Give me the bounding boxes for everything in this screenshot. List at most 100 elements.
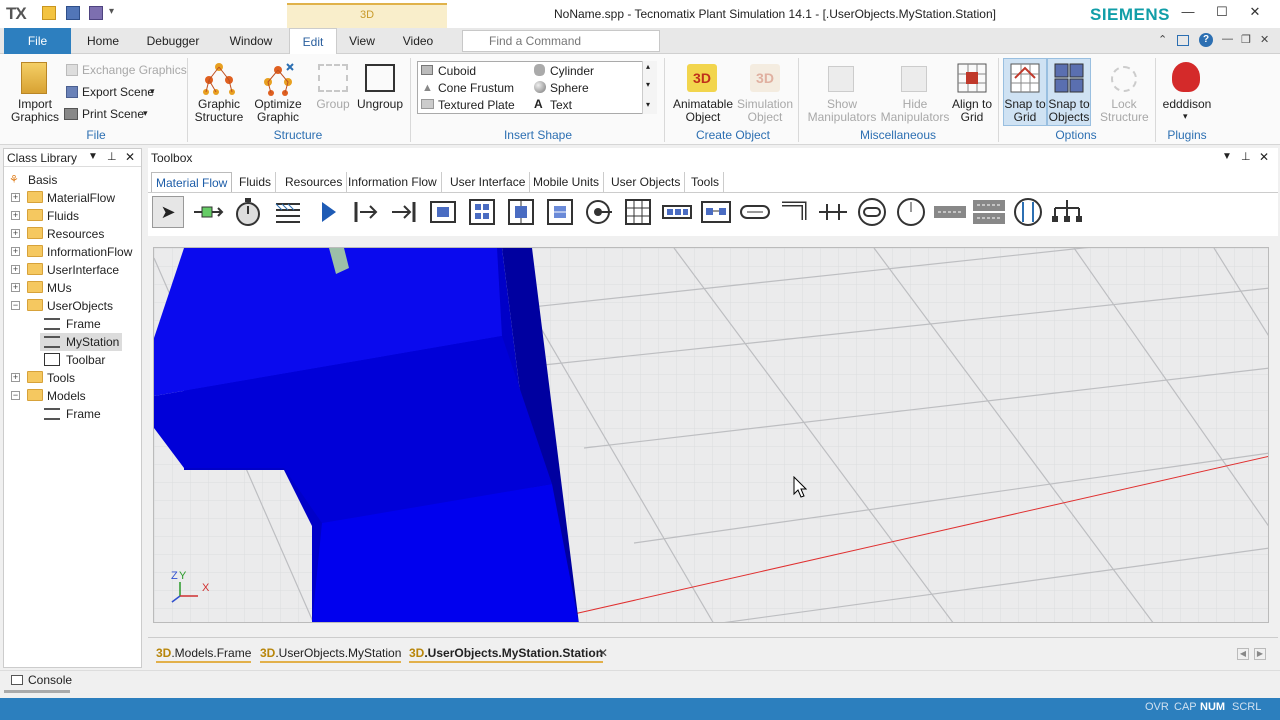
print-dropdown-icon[interactable]: ▾ xyxy=(143,108,148,119)
open-folder-icon[interactable] xyxy=(42,6,56,20)
export-dropdown-icon[interactable]: ▾ xyxy=(150,86,155,97)
import-graphics-button[interactable]: Import Graphics xyxy=(8,98,62,124)
expand-icon[interactable]: + xyxy=(11,229,20,238)
toolbox-tab-resources[interactable]: Resources xyxy=(281,172,348,192)
save-as-icon[interactable] xyxy=(89,6,103,20)
interface-icon[interactable] xyxy=(312,196,344,228)
context-tab-3d[interactable]: 3D xyxy=(287,3,447,28)
lock-structure-button[interactable]: Lock Structure xyxy=(1100,98,1149,124)
flow-control-icon[interactable] xyxy=(1051,196,1083,228)
panel-close-icon[interactable]: ✕ xyxy=(125,150,135,164)
doc-tab-userobjects-mystation[interactable]: 3D.UserObjects.MyStation xyxy=(260,645,402,663)
pointer-icon[interactable]: ➤ xyxy=(152,196,184,228)
close-icon[interactable]: ✕ xyxy=(1240,4,1270,24)
tree-item-userinterface[interactable]: UserInterface xyxy=(47,261,119,279)
buffer-icon[interactable] xyxy=(661,196,693,228)
toolbox-tab-user-interface[interactable]: User Interface xyxy=(446,172,531,192)
doc-tab-models-frame[interactable]: 3D.Models.Frame xyxy=(156,645,252,663)
toolbox-tab-material-flow[interactable]: Material Flow xyxy=(151,172,233,192)
tree-item-models[interactable]: Models xyxy=(47,387,86,405)
tree-item-informationflow[interactable]: InformationFlow xyxy=(47,243,132,261)
turnplate-icon[interactable] xyxy=(856,196,888,228)
turntable-icon[interactable] xyxy=(817,196,849,228)
single-proc-icon[interactable] xyxy=(427,196,459,228)
shape-sphere[interactable]: Sphere xyxy=(550,81,589,95)
doc-tab-station-active[interactable]: 3D.UserObjects.MyStation.Station xyxy=(409,645,604,663)
expand-icon[interactable]: + xyxy=(11,247,20,256)
sorter-icon[interactable] xyxy=(700,196,732,228)
animatable-object-button[interactable]: Animatable Object xyxy=(670,98,736,124)
tab-debugger[interactable]: Debugger xyxy=(141,28,205,54)
drain-icon[interactable] xyxy=(388,196,420,228)
tab-view[interactable]: View xyxy=(343,28,381,54)
toolbox-tab-tools[interactable]: Tools xyxy=(687,172,725,192)
toolbox-tab-mobile-units[interactable]: Mobile Units xyxy=(529,172,605,192)
tab-video[interactable]: Video xyxy=(396,28,440,54)
shape-textured-plate[interactable]: Textured Plate xyxy=(438,98,515,112)
tab-scroll-right-icon[interactable]: ▶ xyxy=(1254,648,1266,660)
gallery-down-icon[interactable]: ▾ xyxy=(646,80,650,89)
line-icon[interactable] xyxy=(739,196,771,228)
shape-text[interactable]: Text xyxy=(550,98,572,112)
maximize-icon[interactable]: ☐ xyxy=(1207,4,1237,24)
track-icon[interactable] xyxy=(934,196,966,228)
mdi-close-icon[interactable]: ✕ xyxy=(1260,33,1269,46)
ungroup-icon[interactable] xyxy=(365,64,395,92)
edddison-button[interactable]: edddison xyxy=(1156,98,1218,111)
tree-item-tools[interactable]: Tools xyxy=(47,369,75,387)
toolbox-pin-icon[interactable]: ⊥ xyxy=(1241,150,1251,163)
graphic-structure-button[interactable]: Graphic Structure xyxy=(194,98,244,124)
tree-item-resources[interactable]: Resources xyxy=(47,225,104,243)
gallery-more-icon[interactable]: ▾ xyxy=(646,100,650,109)
frame-tool-icon[interactable] xyxy=(272,196,304,228)
import-graphics-icon[interactable] xyxy=(21,62,47,94)
save-icon[interactable] xyxy=(66,6,80,20)
edddison-dropdown-icon[interactable]: ▾ xyxy=(1183,111,1188,122)
edddison-icon[interactable] xyxy=(1172,62,1200,92)
two-lane-track-icon[interactable] xyxy=(973,196,1005,228)
hide-manipulators-button[interactable]: Hide Manipulators xyxy=(878,98,952,124)
circular-conveyor-icon[interactable] xyxy=(895,196,927,228)
panel-dropdown-icon[interactable]: ▼ xyxy=(88,151,98,162)
tree-item-toolbar[interactable]: Toolbar xyxy=(66,351,105,369)
tab-file[interactable]: File xyxy=(4,28,71,54)
help-icon[interactable]: ? xyxy=(1199,33,1213,47)
tab-edit[interactable]: Edit xyxy=(289,28,337,54)
pin-icon[interactable]: ⊥ xyxy=(107,150,117,163)
tree-item-mus[interactable]: MUs xyxy=(47,279,72,297)
minimize-icon[interactable]: — xyxy=(1173,4,1203,24)
dismantle-icon[interactable] xyxy=(544,196,576,228)
expand-icon[interactable]: + xyxy=(11,193,20,202)
toolbox-close-icon[interactable]: ✕ xyxy=(1259,150,1269,164)
store-icon[interactable] xyxy=(622,196,654,228)
connector-icon[interactable] xyxy=(192,196,224,228)
ungroup-button[interactable]: Ungroup xyxy=(354,98,406,111)
optimize-graphic-icon[interactable] xyxy=(261,62,295,96)
tree-item-materialflow[interactable]: MaterialFlow xyxy=(47,189,115,207)
3d-scene[interactable] xyxy=(154,248,1269,623)
simulation-object-button[interactable]: Simulation Object xyxy=(734,98,796,124)
gallery-up-icon[interactable]: ▴ xyxy=(646,62,650,71)
transfer-station-icon[interactable] xyxy=(1012,196,1044,228)
find-command-input[interactable]: Find a Command xyxy=(462,30,660,52)
toolbox-tab-fluids[interactable]: Fluids xyxy=(235,172,277,192)
assembly-icon[interactable] xyxy=(505,196,537,228)
mdi-restore-icon[interactable]: ❐ xyxy=(1241,33,1251,46)
align-to-grid-icon[interactable] xyxy=(956,62,988,94)
shop-icon[interactable] xyxy=(582,196,614,228)
tree-item-mystation[interactable]: MyStation xyxy=(66,333,119,351)
tab-window[interactable]: Window xyxy=(222,28,280,54)
customize-quick-access-icon[interactable]: ▾ xyxy=(109,6,114,17)
collapse-ribbon-icon[interactable]: ⌃ xyxy=(1158,33,1167,46)
tab-scroll-left-icon[interactable]: ◀ xyxy=(1237,648,1249,660)
expand-icon[interactable]: + xyxy=(11,283,20,292)
doc-tab-close-icon[interactable]: ✕ xyxy=(598,646,608,660)
group-button[interactable]: Group xyxy=(313,98,353,111)
tab-home[interactable]: Home xyxy=(79,28,127,54)
animatable-object-icon[interactable]: 3D xyxy=(687,64,717,92)
shape-cylinder[interactable]: Cylinder xyxy=(550,64,594,78)
tree-item-userobjects[interactable]: UserObjects xyxy=(47,297,113,315)
tree-item-basis[interactable]: Basis xyxy=(28,171,57,189)
angular-converter-icon[interactable] xyxy=(778,196,810,228)
show-manipulators-button[interactable]: Show Manipulators xyxy=(804,98,880,124)
